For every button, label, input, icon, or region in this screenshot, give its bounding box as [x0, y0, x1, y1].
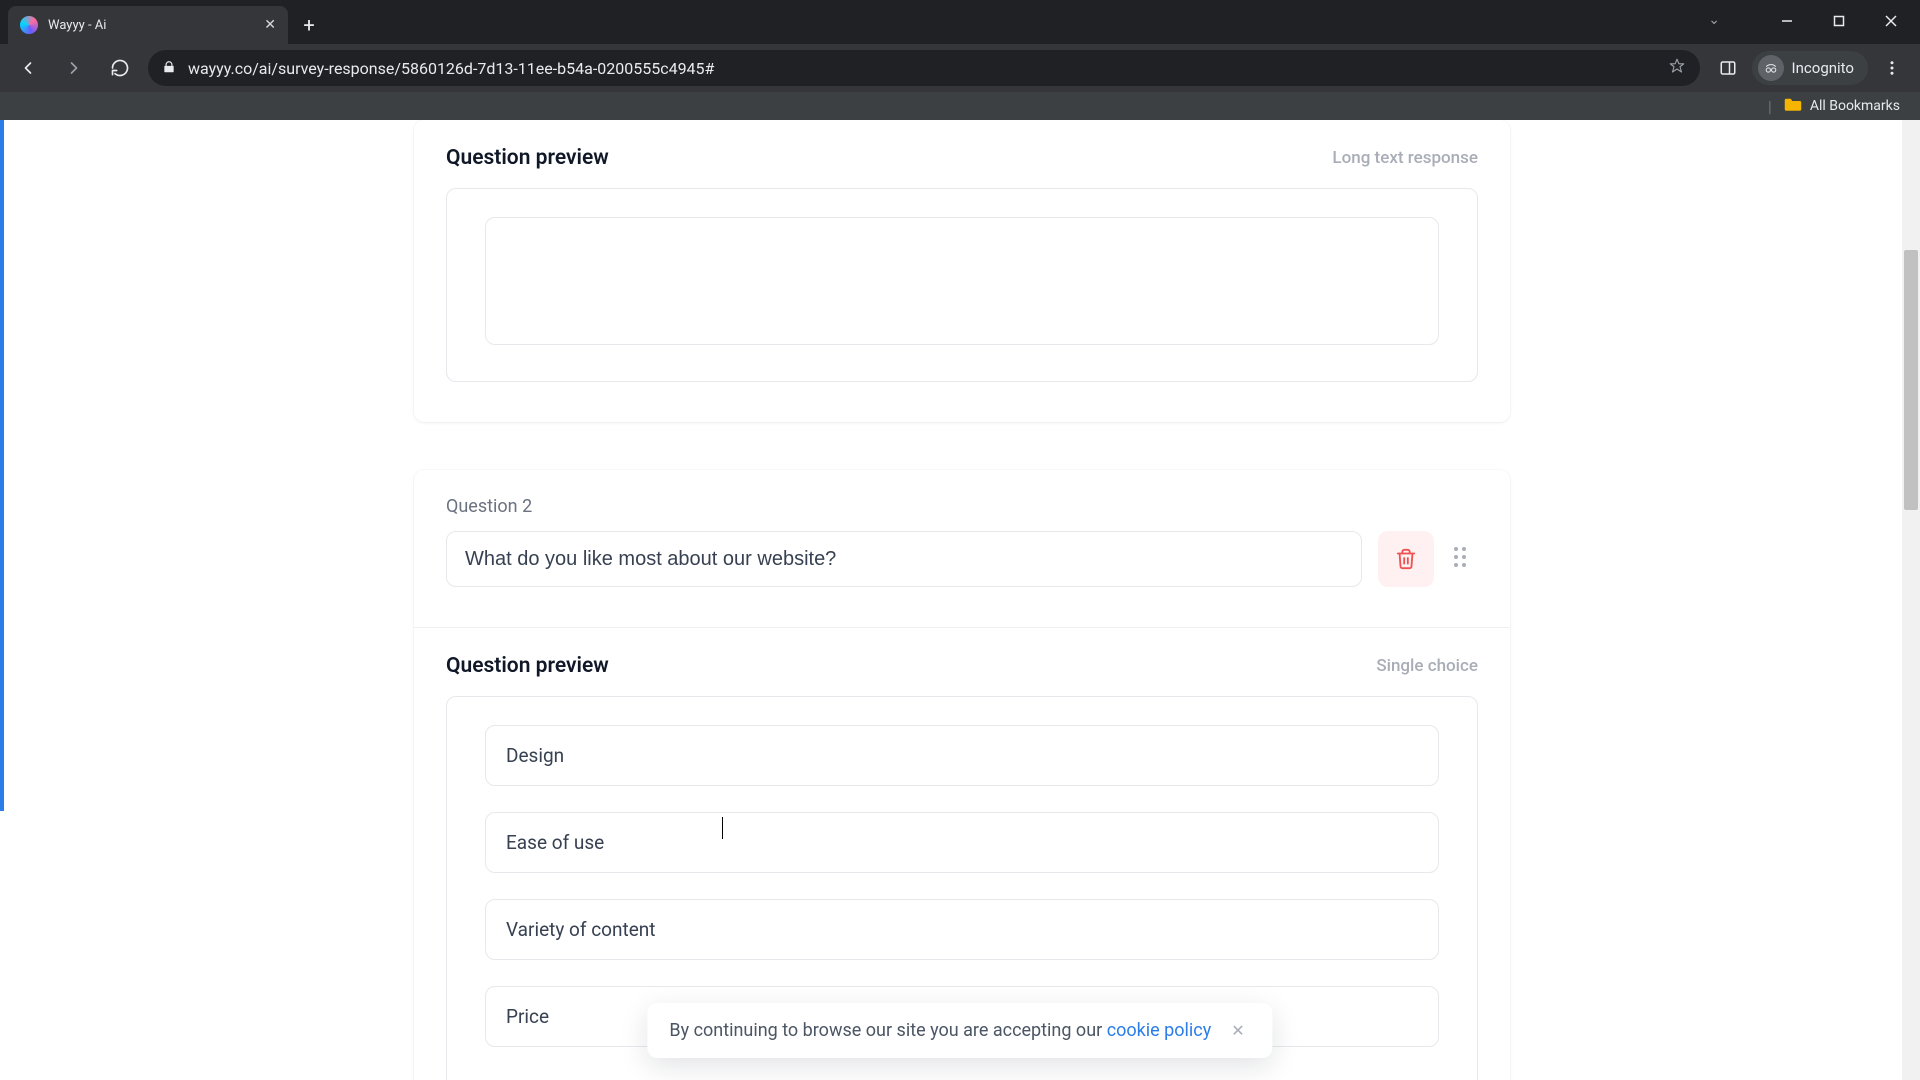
- tab-title: Wayyy - Ai: [48, 18, 254, 33]
- browser-tab[interactable]: Wayyy - Ai ✕: [8, 6, 288, 44]
- scrollbar-thumb[interactable]: [1904, 250, 1918, 510]
- back-button[interactable]: [10, 50, 46, 86]
- new-tab-button[interactable]: +: [294, 10, 324, 40]
- incognito-indicator[interactable]: Incognito: [1752, 51, 1868, 85]
- wayyy-favicon-icon: [20, 16, 38, 34]
- drag-handle-icon[interactable]: [1450, 544, 1478, 574]
- side-panel-icon[interactable]: [1710, 50, 1746, 86]
- question-type-label: Single choice: [1376, 656, 1478, 676]
- question-preview-label: Question preview: [446, 654, 609, 678]
- tabs-chevron-down-icon[interactable]: ⌄: [1708, 12, 1720, 28]
- cookie-policy-link[interactable]: cookie policy: [1107, 1020, 1212, 1041]
- all-bookmarks-button[interactable]: All Bookmarks: [1784, 96, 1900, 116]
- reload-button[interactable]: [102, 50, 138, 86]
- close-tab-icon[interactable]: ✕: [264, 17, 276, 33]
- incognito-icon: [1758, 55, 1784, 81]
- choice-option[interactable]: Variety of content: [485, 899, 1439, 960]
- choice-option[interactable]: Ease of use: [485, 812, 1439, 873]
- bookmark-star-icon[interactable]: [1668, 57, 1686, 79]
- address-bar[interactable]: wayyy.co/ai/survey-response/5860126d-7d1…: [148, 50, 1700, 86]
- text-cursor: [722, 817, 723, 839]
- cookie-banner: By continuing to browse our site you are…: [647, 1003, 1272, 1058]
- window-minimize-button[interactable]: [1764, 4, 1810, 38]
- all-bookmarks-label: All Bookmarks: [1810, 98, 1900, 114]
- long-text-response-field[interactable]: [485, 217, 1439, 345]
- lock-icon: [162, 60, 176, 77]
- cookie-banner-close-button[interactable]: ✕: [1225, 1017, 1250, 1044]
- window-maximize-button[interactable]: [1816, 4, 1862, 38]
- delete-question-button[interactable]: [1378, 531, 1434, 587]
- folder-icon: [1784, 96, 1802, 116]
- question-number-label: Question 2: [446, 496, 1478, 517]
- question-title-input[interactable]: [446, 531, 1362, 587]
- incognito-label: Incognito: [1792, 59, 1854, 77]
- window-close-button[interactable]: [1868, 4, 1914, 38]
- bookmarks-separator: |: [1768, 97, 1772, 116]
- question-1-card: Question preview Long text response: [414, 120, 1510, 422]
- question-preview-label: Question preview: [446, 146, 609, 170]
- question-2-card: Question 2 Question preview: [414, 470, 1510, 1080]
- vertical-scrollbar[interactable]: [1902, 120, 1920, 1080]
- url-text: wayyy.co/ai/survey-response/5860126d-7d1…: [188, 59, 1656, 78]
- question-type-label: Long text response: [1332, 148, 1478, 168]
- forward-button[interactable]: [56, 50, 92, 86]
- chrome-menu-button[interactable]: [1874, 50, 1910, 86]
- cookie-banner-text: By continuing to browse our site you are…: [669, 1020, 1106, 1041]
- choice-option[interactable]: Design: [485, 725, 1439, 786]
- question-preview-box: [446, 188, 1478, 382]
